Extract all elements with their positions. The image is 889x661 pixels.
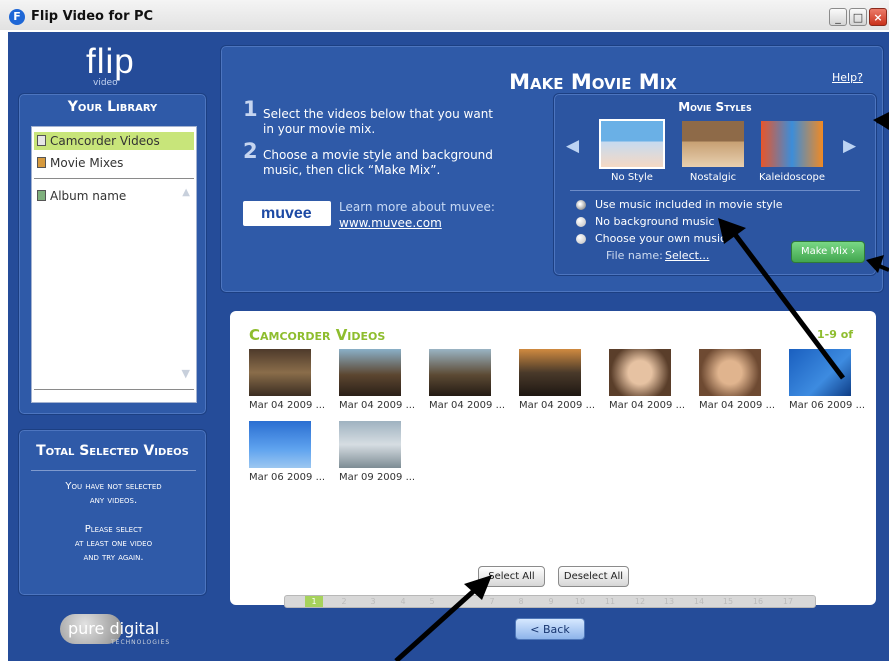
annotation-arrow xyxy=(394,587,478,661)
annotation-arrow xyxy=(732,231,845,380)
annotation-arrows xyxy=(394,112,889,661)
annotation-arrowhead xyxy=(873,112,889,130)
annotation-arrowhead xyxy=(866,255,884,273)
